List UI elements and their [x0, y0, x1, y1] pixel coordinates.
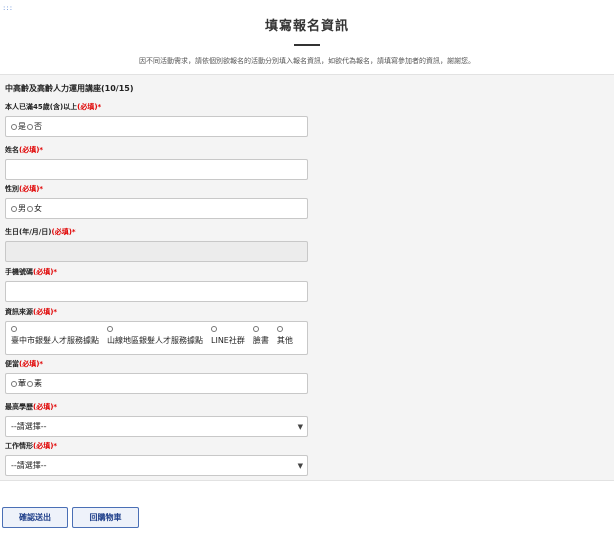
radio-icon[interactable] — [11, 205, 17, 212]
required-marker: (必填) — [33, 268, 54, 276]
employment-label: 工作情形 — [5, 442, 33, 450]
chevron-down-icon: ▼ — [297, 461, 303, 470]
title-divider — [294, 44, 320, 46]
required-marker: (必填) — [19, 185, 40, 193]
name-input[interactable] — [5, 159, 308, 180]
source-option-line[interactable]: LINE社群 — [211, 326, 245, 346]
required-marker: (必填) — [19, 146, 40, 154]
employment-field: 工作情形(必填)* --請選擇-- ▼ — [5, 441, 308, 476]
back-to-cart-button[interactable]: 回購物車 — [72, 507, 139, 528]
employment-select[interactable]: --請選擇-- ▼ — [5, 455, 308, 476]
page-subtitle: 因不同活動需求，請依個別欲報名的活動分別填入報名資訊，如欲代為報名，請填寫參加者… — [139, 57, 475, 65]
radio-icon[interactable] — [27, 380, 33, 387]
education-field: 最高學歷(必填)* --請選擇-- ▼ — [5, 402, 308, 437]
source-option-facebook[interactable]: 臉書 — [252, 326, 269, 346]
required-marker: (必填) — [33, 442, 54, 450]
age-option-no[interactable]: 否 — [27, 121, 42, 132]
diet-option-vegetarian[interactable]: 素 — [27, 378, 42, 389]
diet-radio-group: 葷 素 — [5, 373, 308, 394]
age-label: 本人已滿45歲(含)以上 — [5, 103, 78, 111]
radio-icon[interactable] — [27, 205, 33, 212]
diet-field: 便當(必填)* 葷 素 — [5, 359, 308, 394]
radio-icon[interactable] — [27, 123, 33, 130]
source-option-other[interactable]: 其他 — [276, 326, 293, 346]
phone-field: 手機號碼(必填)* — [5, 267, 308, 302]
education-select[interactable]: --請選擇-- ▼ — [5, 416, 308, 437]
education-selected-value: --請選擇-- — [11, 422, 47, 431]
source-field: 資訊來源(必填)* 臺中市銀髮人才服務據點 山線地區銀髮人才服務據點 LINE社… — [5, 307, 308, 355]
age-field: 本人已滿45歲(含)以上(必填)* 是 否 — [5, 102, 308, 137]
diet-label: 便當 — [5, 360, 19, 368]
birthday-field: 生日(年/月/日)(必填)* — [5, 227, 308, 262]
age-radio-group: 是 否 — [5, 116, 308, 137]
name-label: 姓名 — [5, 146, 19, 154]
radio-icon[interactable] — [211, 326, 217, 332]
birthday-label: 生日(年/月/日) — [5, 228, 52, 236]
gender-option-male[interactable]: 男 — [11, 203, 26, 214]
radio-icon[interactable] — [11, 380, 17, 387]
page-title: 填寫報名資訊 — [264, 19, 349, 34]
source-radio-group: 臺中市銀髮人才服務據點 山線地區銀髮人才服務據點 LINE社群 臉書 其他 — [5, 321, 308, 355]
radio-icon[interactable] — [11, 123, 17, 130]
employment-selected-value: --請選擇-- — [11, 461, 47, 470]
required-marker: (必填) — [77, 103, 98, 111]
phone-label: 手機號碼 — [5, 268, 33, 276]
gender-field: 性別(必填)* 男 女 — [5, 184, 308, 219]
required-marker: (必填) — [19, 360, 40, 368]
required-marker: (必填) — [33, 403, 54, 411]
form-actions: 確認送出 回購物車 — [2, 507, 139, 528]
page-header: 填寫報名資訊 因不同活動需求，請依個別欲報名的活動分別填入報名資訊，如欲代為報名… — [0, 0, 614, 73]
gender-label: 性別 — [5, 185, 19, 193]
radio-icon[interactable] — [107, 326, 113, 332]
registration-form: 中高齡及高齡人力運用講座(10/15) 本人已滿45歲(含)以上(必填)* 是 … — [0, 74, 614, 481]
required-marker: (必填) — [51, 228, 72, 236]
submit-button[interactable]: 確認送出 — [2, 507, 68, 528]
diet-option-meat[interactable]: 葷 — [11, 378, 26, 389]
gender-radio-group: 男 女 — [5, 198, 308, 219]
radio-icon[interactable] — [11, 326, 17, 332]
birthday-input[interactable] — [5, 241, 308, 262]
chevron-down-icon: ▼ — [297, 422, 303, 431]
source-option-mountain[interactable]: 山線地區銀髮人才服務據點 — [107, 326, 203, 346]
source-option-taichung[interactable]: 臺中市銀髮人才服務據點 — [11, 326, 99, 346]
age-option-yes[interactable]: 是 — [11, 121, 26, 132]
radio-icon[interactable] — [276, 326, 283, 332]
phone-input[interactable] — [5, 281, 308, 302]
education-label: 最高學歷 — [5, 403, 33, 411]
gender-option-female[interactable]: 女 — [27, 203, 42, 214]
name-field: 姓名(必填)* — [5, 145, 308, 180]
corner-menu-icon: ::: — [3, 4, 14, 12]
course-title: 中高齡及高齡人力運用講座(10/15) — [5, 84, 134, 93]
required-marker: (必填) — [33, 308, 54, 316]
radio-icon[interactable] — [252, 326, 259, 332]
source-label: 資訊來源 — [5, 308, 33, 316]
